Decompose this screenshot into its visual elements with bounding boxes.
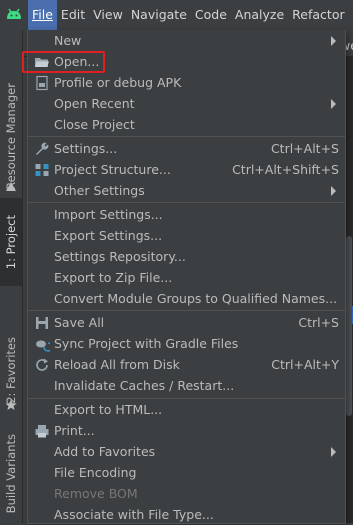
menu-item-associate-file-type[interactable]: Associate with File Type... xyxy=(28,504,345,525)
menu-navigate[interactable]: Navigate xyxy=(127,0,191,30)
tab-project[interactable]: 1: Project xyxy=(0,198,22,286)
star-icon xyxy=(0,398,22,412)
menu-item-project-structure[interactable]: Project Structure... Ctrl+Alt+Shift+S xyxy=(28,159,345,180)
submenu-arrow-icon xyxy=(331,99,336,109)
menu-code[interactable]: Code xyxy=(191,0,231,30)
menu-item-export-html[interactable]: Export to HTML... xyxy=(28,399,345,420)
menu-item-other-settings[interactable]: Other Settings xyxy=(28,180,345,201)
menu-analyze[interactable]: Analyze xyxy=(231,0,288,30)
main-menu-bar: File Edit View Navigate Code Analyze Ref… xyxy=(0,0,353,30)
menu-separator xyxy=(28,310,345,311)
menu-item-convert-module-groups[interactable]: Convert Module Groups to Qualified Names… xyxy=(28,288,345,309)
menu-item-print[interactable]: Print... xyxy=(28,420,345,441)
menu-separator xyxy=(28,136,345,137)
save-disk-icon xyxy=(34,315,50,331)
project-structure-icon xyxy=(34,162,50,178)
tab-build-variants[interactable]: Build Variants xyxy=(0,426,22,522)
menu-item-save-all[interactable]: Save All Ctrl+S xyxy=(28,312,345,333)
menu-item-settings[interactable]: Settings... Ctrl+Alt+S xyxy=(28,138,345,159)
menu-item-remove-bom[interactable]: Remove BOM xyxy=(28,483,345,504)
open-highlight-annotation xyxy=(22,51,105,73)
menu-item-open-recent[interactable]: Open Recent xyxy=(28,93,345,114)
menu-item-reload-all[interactable]: Reload All from Disk Ctrl+Alt+Y xyxy=(28,354,345,375)
submenu-arrow-icon xyxy=(331,36,336,46)
menu-item-add-to-favorites[interactable]: Add to Favorites xyxy=(28,441,345,462)
resource-manager-icon xyxy=(0,180,22,194)
submenu-arrow-icon xyxy=(331,447,336,457)
wrench-icon xyxy=(34,141,50,157)
printer-icon xyxy=(34,423,50,439)
apk-file-icon xyxy=(34,75,50,91)
menu-file[interactable]: File xyxy=(28,0,57,30)
refresh-icon xyxy=(34,357,50,373)
android-studio-logo-icon xyxy=(0,0,28,30)
left-tool-window-strip: Resource Manager 1: Project 2: Favorites… xyxy=(0,30,23,523)
menu-item-export-settings[interactable]: Export Settings... xyxy=(28,225,345,246)
menu-item-invalidate-caches[interactable]: Invalidate Caches / Restart... xyxy=(28,375,345,396)
menu-view[interactable]: View xyxy=(89,0,127,30)
menu-item-new[interactable]: New xyxy=(28,30,345,51)
menu-item-close-project[interactable]: Close Project xyxy=(28,114,345,135)
submenu-arrow-icon xyxy=(331,186,336,196)
menu-item-export-zip[interactable]: Export to Zip File... xyxy=(28,267,345,288)
gradle-sync-icon xyxy=(34,336,53,352)
menu-edit[interactable]: Edit xyxy=(57,0,89,30)
file-menu-dropdown: New Open... Profile or debug APK Open Re… xyxy=(27,30,346,524)
menu-separator xyxy=(28,202,345,203)
menu-refactor[interactable]: Refactor xyxy=(288,0,348,30)
menu-item-sync-gradle[interactable]: Sync Project with Gradle Files xyxy=(28,333,345,354)
menu-item-profile-debug-apk[interactable]: Profile or debug APK xyxy=(28,72,345,93)
menu-item-import-settings[interactable]: Import Settings... xyxy=(28,204,345,225)
menu-item-settings-repository[interactable]: Settings Repository... xyxy=(28,246,345,267)
menu-item-file-encoding[interactable]: File Encoding xyxy=(28,462,345,483)
scrollbar[interactable] xyxy=(346,236,352,416)
